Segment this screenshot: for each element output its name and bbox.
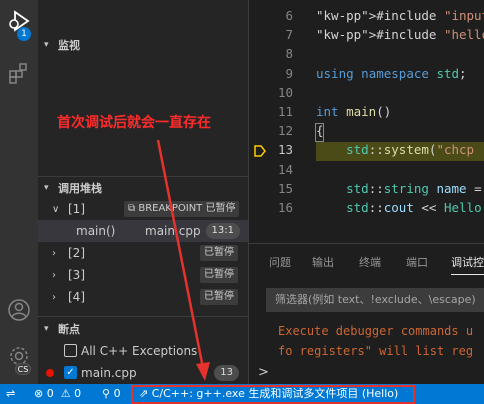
annotation-arrow: [156, 139, 210, 381]
